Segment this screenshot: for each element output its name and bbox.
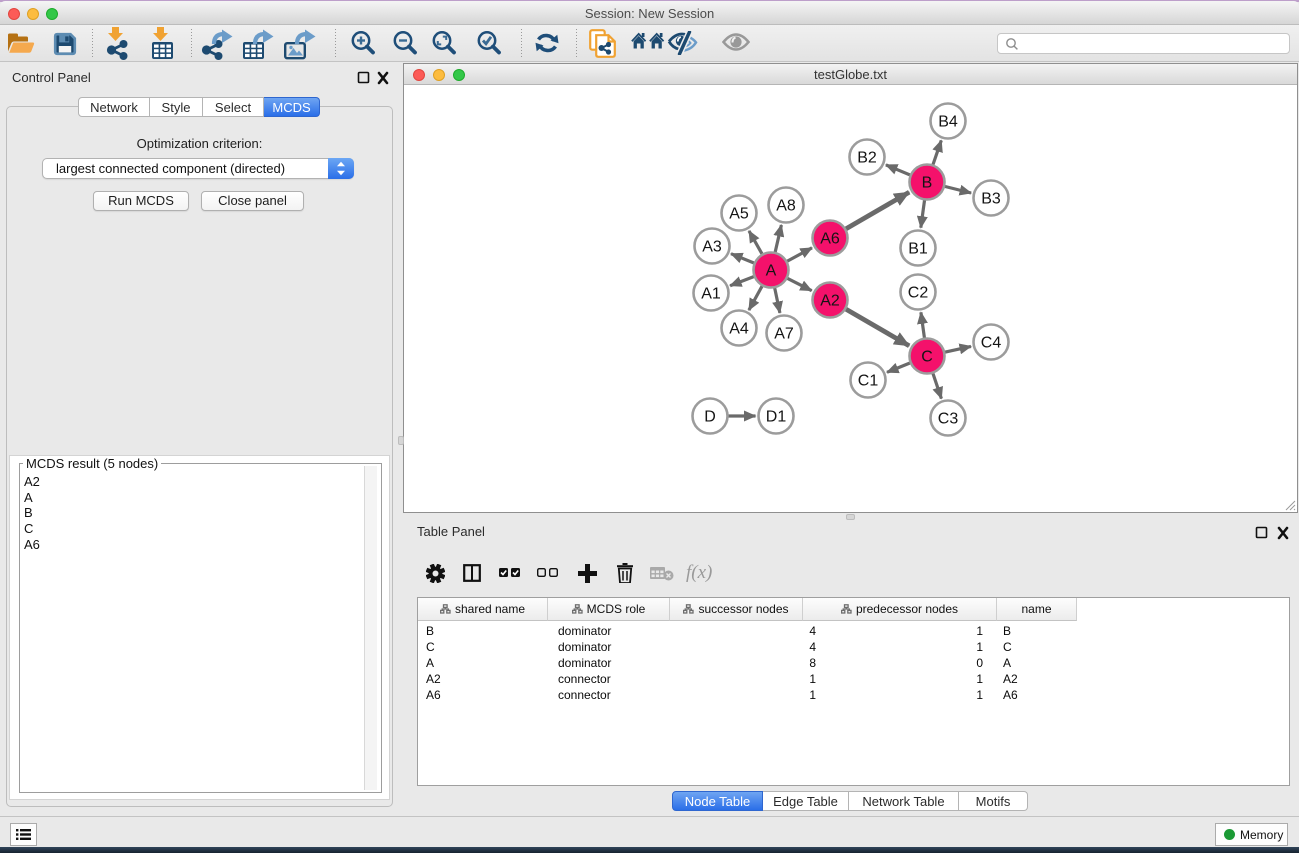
svg-text:D1: D1 bbox=[766, 409, 787, 426]
svg-text:C3: C3 bbox=[938, 411, 959, 428]
svg-text:C2: C2 bbox=[908, 285, 929, 302]
svg-text:A8: A8 bbox=[776, 198, 796, 215]
svg-text:B3: B3 bbox=[981, 191, 1001, 208]
svg-text:A4: A4 bbox=[729, 321, 749, 338]
svg-text:A7: A7 bbox=[774, 326, 794, 343]
svg-text:A5: A5 bbox=[729, 206, 749, 223]
svg-text:D: D bbox=[704, 409, 716, 426]
svg-text:C: C bbox=[921, 349, 933, 366]
svg-text:A3: A3 bbox=[702, 239, 722, 256]
svg-text:C4: C4 bbox=[981, 335, 1002, 352]
svg-text:C1: C1 bbox=[858, 373, 879, 390]
svg-text:B4: B4 bbox=[938, 114, 958, 131]
svg-text:B1: B1 bbox=[908, 241, 928, 258]
svg-text:B2: B2 bbox=[857, 150, 877, 167]
svg-text:B: B bbox=[922, 175, 933, 192]
svg-text:A6: A6 bbox=[820, 231, 840, 248]
svg-text:A2: A2 bbox=[820, 293, 840, 310]
svg-text:A1: A1 bbox=[701, 286, 721, 303]
svg-text:A: A bbox=[766, 263, 777, 280]
